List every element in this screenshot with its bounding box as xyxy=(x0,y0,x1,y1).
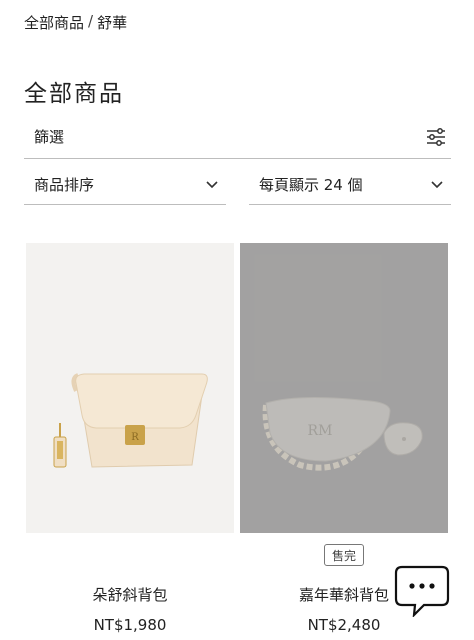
breadcrumb-all-products-link[interactable]: 全部商品 xyxy=(24,12,84,33)
per-page-label: 每頁顯示 24 個 xyxy=(259,176,363,194)
filter-bar[interactable]: 篩選 xyxy=(24,115,451,159)
product-card[interactable]: RM xyxy=(240,243,448,533)
product-card[interactable]: R xyxy=(26,243,234,533)
sort-select[interactable]: 商品排序 xyxy=(24,165,226,205)
per-page-select[interactable]: 每頁顯示 24 個 xyxy=(249,165,451,205)
product-image[interactable]: R xyxy=(26,243,234,533)
cream-bag-image: R xyxy=(53,373,208,468)
sold-out-badge: 售完 xyxy=(324,544,364,566)
chevron-down-icon xyxy=(206,180,218,188)
svg-text:R: R xyxy=(131,432,139,443)
sold-out-overlay xyxy=(240,243,448,533)
breadcrumb: 全部商品 / 舒華 xyxy=(24,12,127,33)
product-price: NT$1,980 xyxy=(93,616,167,634)
chat-bubble-icon[interactable] xyxy=(394,565,450,617)
breadcrumb-separator: / xyxy=(88,12,94,30)
breadcrumb-current: 舒華 xyxy=(97,14,128,32)
filter-label: 篩選 xyxy=(34,128,65,146)
sort-label: 商品排序 xyxy=(34,176,95,194)
product-price: NT$2,480 xyxy=(307,616,381,634)
product-name[interactable]: 朵舒斜背包 xyxy=(26,584,234,605)
product-image[interactable]: RM xyxy=(240,243,448,533)
sliders-icon[interactable] xyxy=(425,126,447,148)
chevron-down-icon xyxy=(431,180,443,188)
page-title: 全部商品 xyxy=(24,81,124,107)
